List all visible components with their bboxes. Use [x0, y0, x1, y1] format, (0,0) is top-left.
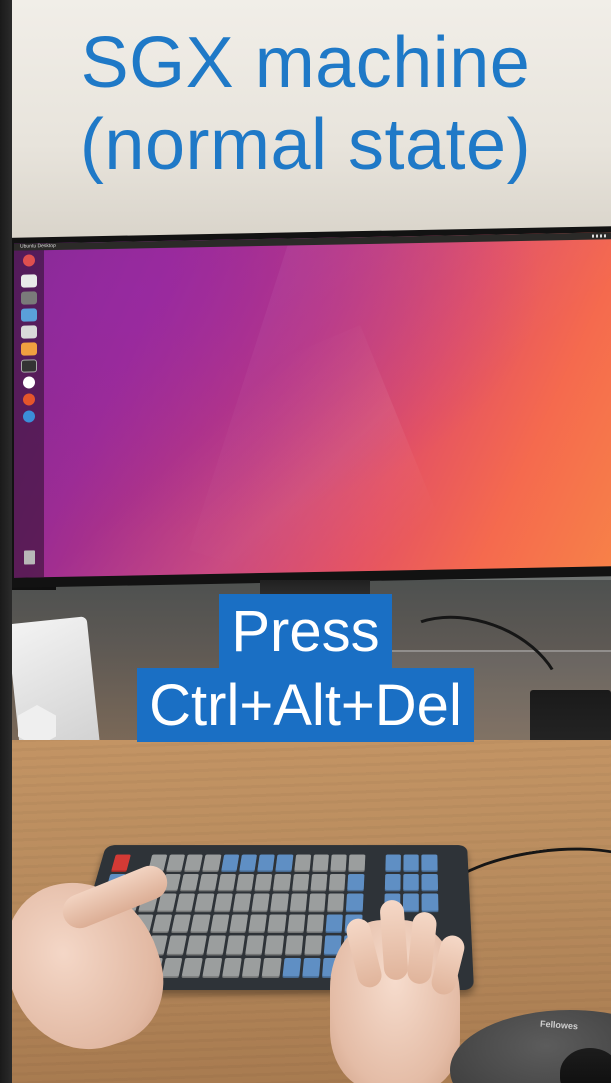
key[interactable] — [270, 893, 289, 912]
function-key[interactable] — [165, 854, 186, 872]
key[interactable] — [273, 873, 291, 892]
key[interactable] — [205, 935, 226, 956]
spacebar-key[interactable] — [161, 957, 183, 978]
function-key[interactable] — [238, 854, 258, 872]
spacebar-key[interactable] — [261, 957, 282, 978]
function-key[interactable] — [202, 854, 222, 872]
key[interactable] — [264, 935, 284, 956]
caption-line-2: Ctrl+Alt+Del — [137, 668, 474, 742]
key[interactable] — [325, 914, 344, 934]
key[interactable] — [306, 914, 325, 934]
key[interactable] — [245, 935, 265, 956]
title-line-1: SGX machine — [80, 23, 531, 103]
function-key[interactable] — [257, 854, 276, 872]
key-gap — [366, 874, 382, 892]
key[interactable] — [251, 893, 270, 912]
key[interactable] — [229, 914, 249, 934]
key[interactable] — [175, 893, 196, 912]
key[interactable] — [289, 893, 308, 912]
launcher-bar — [14, 250, 44, 578]
key[interactable] — [267, 914, 287, 934]
key-gap — [440, 855, 456, 872]
nav-key[interactable] — [385, 854, 402, 872]
key[interactable] — [328, 873, 346, 892]
escape-key[interactable] — [111, 854, 132, 872]
terminal-icon[interactable] — [21, 359, 37, 373]
key[interactable] — [179, 873, 200, 892]
key-gap — [440, 874, 456, 892]
function-key[interactable] — [184, 854, 204, 872]
function-key[interactable] — [312, 854, 330, 872]
key[interactable] — [151, 914, 173, 934]
caption-overlay: Press Ctrl+Alt+Del — [0, 594, 611, 742]
chrome-icon[interactable] — [23, 410, 35, 423]
key[interactable] — [166, 935, 188, 956]
nav-key[interactable] — [384, 873, 401, 892]
key-gap — [441, 914, 458, 933]
nav-key[interactable] — [403, 873, 420, 892]
key[interactable] — [194, 893, 215, 912]
spacebar-key[interactable] — [221, 957, 242, 978]
trash-icon[interactable] — [24, 550, 35, 565]
key[interactable] — [304, 935, 323, 956]
backspace-key[interactable] — [347, 873, 365, 892]
key[interactable] — [248, 914, 268, 934]
key[interactable] — [308, 893, 326, 912]
function-key[interactable] — [220, 854, 240, 872]
nav-key[interactable] — [421, 873, 438, 892]
settings-icon[interactable] — [23, 376, 35, 389]
function-key[interactable] — [330, 854, 348, 872]
browser-icon[interactable] — [21, 308, 37, 322]
files-icon[interactable] — [21, 274, 37, 288]
key[interactable] — [286, 914, 306, 934]
key-gap — [367, 855, 383, 872]
alt-key[interactable] — [281, 957, 302, 978]
key[interactable] — [327, 893, 345, 912]
spacebar-key[interactable] — [181, 957, 203, 978]
enter-key[interactable] — [346, 893, 364, 912]
key[interactable] — [225, 935, 246, 956]
nav-key[interactable] — [403, 893, 420, 912]
key[interactable] — [209, 914, 230, 934]
nav-key[interactable] — [421, 893, 439, 912]
key[interactable] — [254, 873, 273, 892]
key[interactable] — [310, 873, 328, 892]
page-title: SGX machine (normal state) — [0, 22, 611, 186]
system-tray-icon[interactable] — [592, 234, 606, 238]
nav-key[interactable] — [421, 854, 438, 872]
spacebar-key[interactable] — [201, 957, 223, 978]
key[interactable] — [171, 914, 192, 934]
title-line-2: (normal state) — [79, 105, 532, 185]
spacebar-key[interactable] — [241, 957, 262, 978]
monitor-screen: Ubuntu Desktop — [14, 232, 611, 578]
left-dark-edge — [0, 0, 12, 1083]
function-key[interactable] — [275, 854, 294, 872]
key[interactable] — [232, 893, 252, 912]
key[interactable] — [217, 873, 236, 892]
key[interactable] — [235, 873, 255, 892]
key[interactable] — [291, 873, 310, 892]
key-gap — [441, 894, 458, 912]
function-key[interactable] — [348, 854, 366, 872]
terminal-icon[interactable] — [21, 291, 37, 305]
text-editor-icon[interactable] — [21, 325, 37, 339]
ubuntu-icon[interactable] — [23, 254, 35, 267]
photo-scene: SGX machine (normal state) Ubuntu Deskto… — [0, 0, 611, 1083]
software-icon[interactable] — [21, 342, 37, 356]
key[interactable] — [190, 914, 211, 934]
caption-line-1: Press — [219, 594, 392, 668]
key[interactable] — [284, 935, 304, 956]
key[interactable] — [186, 935, 207, 956]
function-key[interactable] — [293, 854, 312, 872]
nav-key[interactable] — [403, 854, 420, 872]
ubuntu-one-icon[interactable] — [23, 393, 35, 406]
key[interactable] — [213, 893, 233, 912]
key[interactable] — [198, 873, 218, 892]
key[interactable] — [302, 957, 321, 978]
